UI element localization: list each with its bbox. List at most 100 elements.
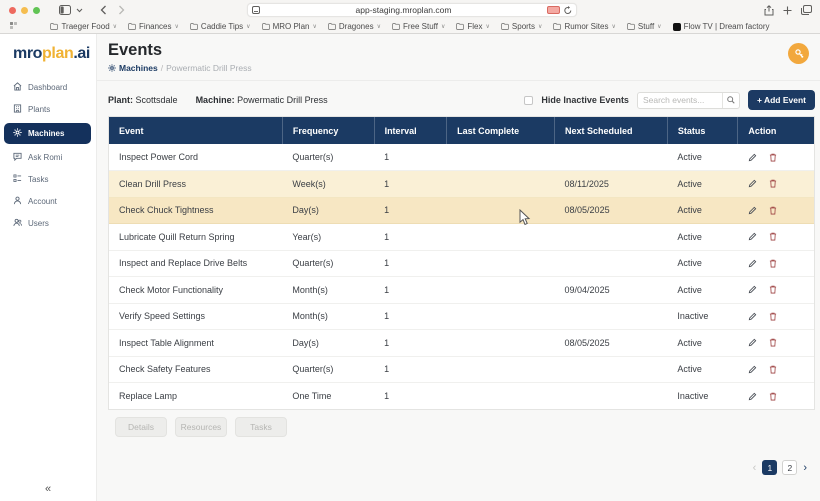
column-header-frequency[interactable]: Frequency xyxy=(281,117,375,144)
table-row[interactable]: Inspect Power Cord Quarter(s) 1 Active xyxy=(109,144,814,171)
sidebar-item-dashboard[interactable]: Dashboard xyxy=(4,79,91,96)
extension-badge-icon[interactable] xyxy=(547,6,560,14)
reload-icon[interactable] xyxy=(564,5,572,15)
details-button[interactable]: Details xyxy=(115,417,167,437)
cell-frequency: One Time xyxy=(292,391,332,401)
cell-interval: 1 xyxy=(374,329,447,357)
sidebar-item-machines[interactable]: Machines xyxy=(4,123,91,144)
breadcrumb-machines-link[interactable]: Machines xyxy=(119,63,158,73)
sidebar-item-users[interactable]: Users xyxy=(4,215,91,232)
bookmark-item[interactable]: Stuff ∨ xyxy=(626,22,662,31)
sidebar-item-ask-romi[interactable]: Ask Romi xyxy=(4,149,91,166)
table-row[interactable]: Clean Drill Press Week(s) 1 08/11/2025 Activ… xyxy=(109,170,814,198)
bookmark-item[interactable]: Caddie Tips ∨ xyxy=(189,22,251,31)
table-row[interactable]: Check Chuck Tightness Day(s) 1 08/05/2025 Ac… xyxy=(109,197,814,224)
tasks-button[interactable]: Tasks xyxy=(235,417,287,437)
hide-inactive-checkbox[interactable] xyxy=(524,95,534,105)
back-icon[interactable] xyxy=(100,5,107,15)
table-row[interactable]: Check Motor Functionality Month(s) 1 09/04/… xyxy=(109,276,814,304)
delete-icon[interactable] xyxy=(769,365,777,374)
edit-icon[interactable] xyxy=(748,285,757,294)
cell-status: Active xyxy=(667,223,738,251)
delete-icon[interactable] xyxy=(769,179,777,188)
grid-icon[interactable] xyxy=(10,22,17,31)
table-row[interactable]: Inspect and Replace Drive Belts Quarter(s… xyxy=(109,250,814,277)
sidebar-item-tasks[interactable]: Tasks xyxy=(4,171,91,188)
window-controls[interactable] xyxy=(9,6,40,14)
bookmark-item[interactable]: Traeger Food ∨ xyxy=(50,22,117,31)
edit-icon[interactable] xyxy=(748,338,757,347)
delete-icon[interactable] xyxy=(769,312,777,321)
sidebar-item-account[interactable]: Account xyxy=(4,193,91,210)
delete-icon[interactable] xyxy=(769,232,777,241)
page-button-1[interactable]: 1 xyxy=(762,460,778,475)
add-event-button[interactable]: + Add Event xyxy=(747,90,815,110)
pagination-prev-icon[interactable]: ‹ xyxy=(753,462,757,474)
bookmark-label: Dragones xyxy=(338,22,374,31)
delete-icon[interactable] xyxy=(769,392,777,401)
close-window-button[interactable] xyxy=(9,6,16,14)
column-header-status[interactable]: Status xyxy=(666,117,738,144)
search-icon[interactable] xyxy=(721,92,739,108)
pagination-next-icon[interactable]: › xyxy=(803,462,807,474)
share-icon[interactable] xyxy=(764,4,774,16)
table-row[interactable]: Check Safety Features Quarter(s) 1 Active xyxy=(109,356,814,383)
resources-button[interactable]: Resources xyxy=(175,417,227,437)
cell-status: Active xyxy=(667,170,738,198)
bookmark-label: Traeger Food xyxy=(61,22,110,31)
zoom-window-button[interactable] xyxy=(33,6,40,14)
chevron-down-icon: ∨ xyxy=(485,24,490,30)
chevron-down-icon[interactable] xyxy=(76,8,83,13)
plant-icon xyxy=(13,104,22,115)
cell-event: Replace Lamp xyxy=(119,391,178,401)
delete-icon[interactable] xyxy=(769,153,777,162)
edit-icon[interactable] xyxy=(748,179,757,188)
edit-icon[interactable] xyxy=(748,232,757,241)
bookmark-item[interactable]: Finances ∨ xyxy=(128,22,179,31)
cell-status: Active xyxy=(667,276,738,304)
bookmark-item[interactable]: Rumor Sites ∨ xyxy=(553,22,616,31)
search-input[interactable] xyxy=(637,95,722,105)
page-button-2[interactable]: 2 xyxy=(782,460,798,475)
minimize-window-button[interactable] xyxy=(21,6,28,14)
sidebar-item-plants[interactable]: Plants xyxy=(4,101,91,118)
edit-icon[interactable] xyxy=(748,259,757,268)
table-row[interactable]: Verify Speed Settings Month(s) 1 Inactive xyxy=(109,303,814,330)
delete-icon[interactable] xyxy=(769,338,777,347)
bookmark-item[interactable]: Flow TV | Dream factory xyxy=(672,22,770,31)
home-icon xyxy=(13,82,22,93)
sidebar-collapse-button[interactable]: « xyxy=(0,483,96,495)
new-tab-icon[interactable] xyxy=(783,6,792,15)
user-avatar[interactable] xyxy=(788,43,809,64)
table-row[interactable]: Lubricate Quill Return Spring Year(s) 1 Act… xyxy=(109,223,814,251)
delete-icon[interactable] xyxy=(769,259,777,268)
edit-icon[interactable] xyxy=(748,153,757,162)
bookmark-item[interactable]: Dragones ∨ xyxy=(327,22,381,31)
bookmark-item[interactable]: Free Stuff ∨ xyxy=(392,22,445,31)
edit-icon[interactable] xyxy=(748,312,757,321)
column-header-event[interactable]: Event xyxy=(109,117,283,144)
tab-overview-icon[interactable] xyxy=(801,5,812,15)
edit-icon[interactable] xyxy=(748,392,757,401)
delete-icon[interactable] xyxy=(769,206,777,215)
page-settings-icon[interactable] xyxy=(252,6,260,14)
bookmark-item[interactable]: MRO Plan ∨ xyxy=(261,22,317,31)
table-row[interactable]: Replace Lamp One Time 1 Inactive xyxy=(109,383,814,410)
cell-next-scheduled: 08/05/2025 xyxy=(554,329,668,357)
edit-icon[interactable] xyxy=(748,206,757,215)
edit-icon[interactable] xyxy=(748,365,757,374)
column-header-action[interactable]: Action xyxy=(737,117,814,144)
cell-action xyxy=(737,250,814,277)
table-row[interactable]: Inspect Table Alignment Day(s) 1 08/05/2025… xyxy=(109,329,814,357)
column-header-interval[interactable]: Interval xyxy=(373,117,447,144)
column-header-next-scheduled[interactable]: Next Scheduled xyxy=(554,117,668,144)
delete-icon[interactable] xyxy=(769,285,777,294)
machine-icon xyxy=(108,64,116,72)
bookmark-label: Flow TV | Dream factory xyxy=(683,22,770,31)
column-header-last-complete[interactable]: Last Complete xyxy=(446,117,555,144)
bookmark-item[interactable]: Sports ∨ xyxy=(500,22,542,31)
bookmark-item[interactable]: Flex ∨ xyxy=(456,22,490,31)
sidebar-toggle-icon[interactable] xyxy=(59,5,71,15)
forward-icon[interactable] xyxy=(118,5,125,15)
address-bar[interactable]: app-staging.mroplan.com xyxy=(247,3,577,17)
